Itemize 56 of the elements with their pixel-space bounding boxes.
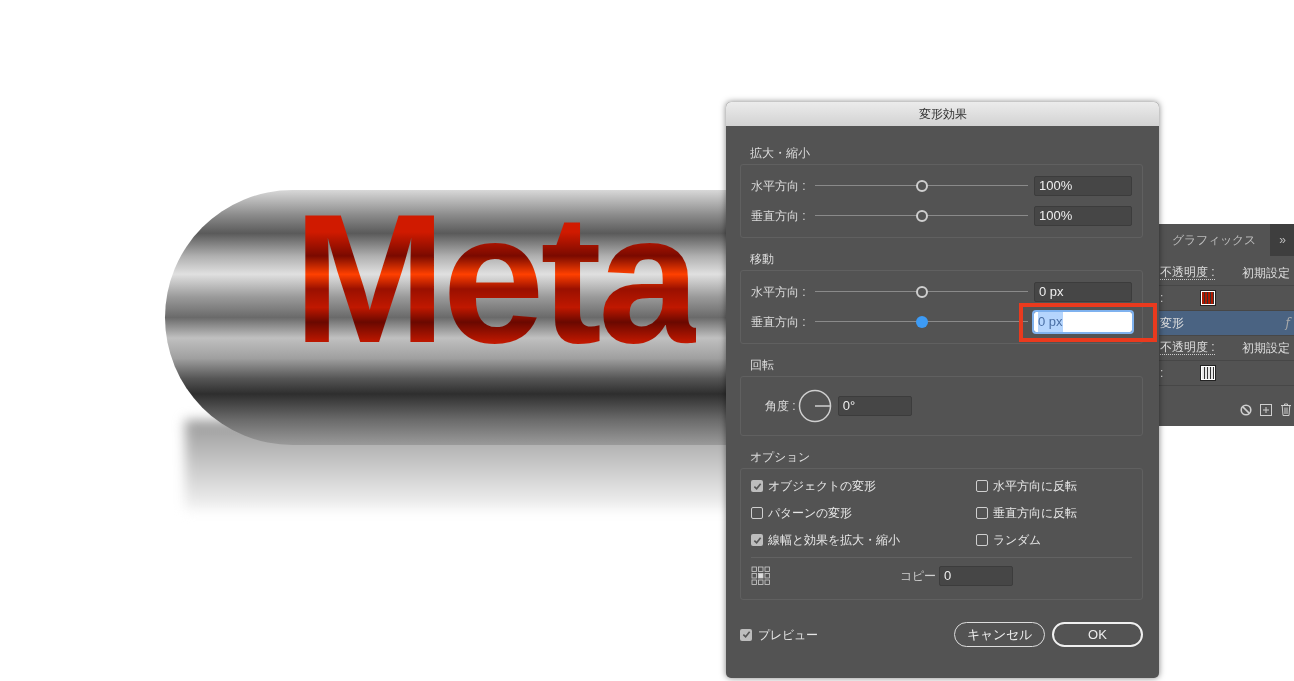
slider-thumb[interactable] — [915, 286, 928, 298]
checkbox-label: パターンの変形 — [768, 505, 852, 522]
checkbox-label: 垂直方向に反転 — [993, 505, 1077, 522]
copy-label: コピー — [900, 567, 936, 585]
row-label: 不透明度 : — [1160, 341, 1215, 355]
row-label: : — [1160, 365, 1164, 382]
row-value: 初期設定 — [1242, 265, 1290, 282]
checkbox-label: 水平方向に反転 — [993, 478, 1077, 495]
cancel-button[interactable]: キャンセル — [954, 622, 1045, 647]
group-title: 拡大・縮小 — [749, 146, 811, 160]
input-field[interactable]: 0 — [939, 565, 1013, 586]
dialog-title: 変形効果 — [726, 102, 1159, 126]
input-field[interactable]: 0° — [837, 396, 912, 416]
row-label: 変形 — [1160, 315, 1184, 332]
checkbox[interactable] — [976, 480, 988, 492]
angle-label: 角度 : — [765, 398, 796, 415]
slider-thumb[interactable] — [915, 180, 928, 192]
new-icon[interactable] — [1260, 403, 1272, 416]
slider[interactable] — [815, 285, 1028, 299]
slider-label: 垂直方向 : — [751, 314, 807, 331]
input-field[interactable]: 100% — [1034, 206, 1132, 226]
slider-label: 水平方向 : — [751, 178, 807, 195]
checkbox-label: 線幅と効果を拡大・縮小 — [768, 532, 900, 549]
slider-thumb[interactable] — [915, 210, 928, 222]
checkbox-label: オブジェクトの変形 — [768, 478, 876, 495]
slider-label: 垂直方向 : — [751, 208, 807, 225]
slider[interactable] — [815, 209, 1028, 223]
angle-dial[interactable] — [797, 389, 832, 423]
row-label: : — [1160, 290, 1164, 307]
input-field[interactable]: 100% — [1034, 176, 1132, 196]
fx-label: f — [1285, 315, 1290, 332]
slider-label: 水平方向 : — [751, 284, 807, 301]
slider[interactable] — [815, 179, 1028, 193]
input-field[interactable]: 0 px — [1034, 312, 1132, 332]
checkbox[interactable] — [740, 628, 752, 641]
ok-button[interactable]: OK — [1052, 622, 1143, 647]
checkbox[interactable] — [751, 480, 763, 492]
checkbox-label: ランダム — [993, 532, 1041, 549]
checkbox-label: プレビュー — [758, 626, 818, 644]
panel-menu-button[interactable]: » — [1279, 224, 1286, 256]
input-field[interactable]: 0 px — [1034, 282, 1132, 302]
group-title: 回転 — [749, 358, 775, 372]
group-title: オプション — [749, 450, 811, 464]
checkbox[interactable] — [976, 534, 988, 546]
row-value: 初期設定 — [1242, 340, 1290, 357]
checkbox[interactable] — [751, 534, 763, 546]
trash-icon[interactable] — [1280, 403, 1292, 416]
row-label: 不透明度 : — [1160, 266, 1215, 280]
reference-point-icon[interactable] — [751, 565, 771, 586]
group-title: 移動 — [749, 252, 775, 266]
slider-thumb[interactable] — [915, 316, 928, 328]
checkbox[interactable] — [976, 507, 988, 519]
no-icon[interactable] — [1240, 403, 1252, 416]
slider[interactable] — [815, 315, 1028, 329]
panel-tab[interactable]: グラフィックス — [1158, 224, 1270, 256]
checkbox[interactable] — [751, 507, 763, 519]
